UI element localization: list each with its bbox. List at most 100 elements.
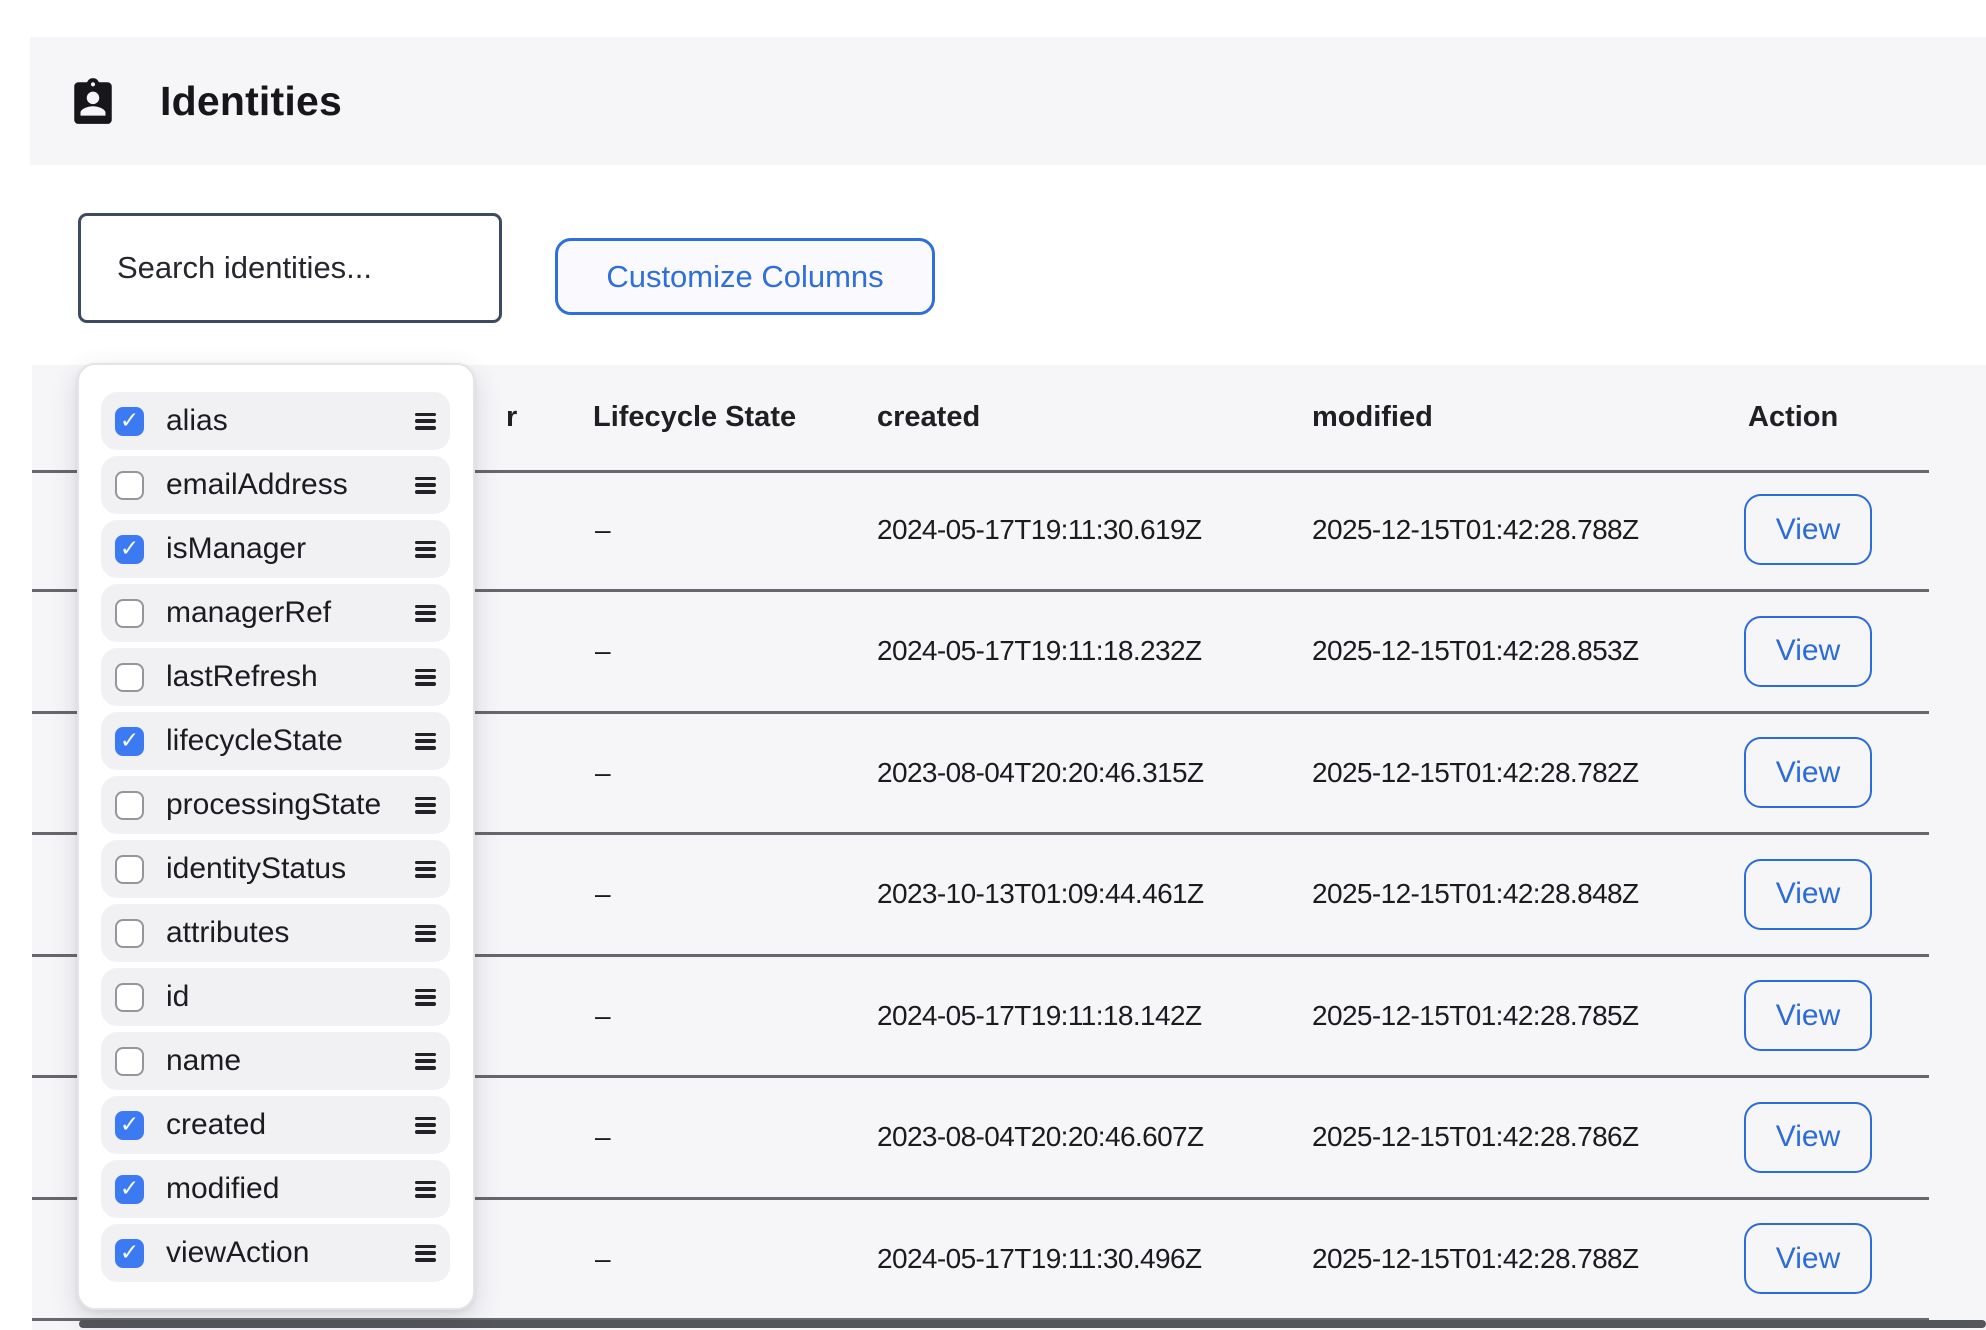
column-menu-item[interactable]: ✓ identityStatus [101,840,450,898]
drag-handle-icon[interactable] [415,477,436,494]
identities-page: Identities Customize Columns r Lifecycle… [0,0,1986,1330]
cell-modified: 2025-12-15T01:42:28.788Z [1312,1199,1639,1318]
column-checkbox[interactable]: ✓ [115,855,144,884]
column-menu-item-label: isManager [166,532,415,566]
column-checkbox[interactable]: ✓ [115,1047,144,1076]
cell-lifecycle-state: – [595,1199,611,1318]
column-menu-item[interactable]: ✓ isManager [101,520,450,578]
view-button[interactable]: View [1744,859,1872,930]
column-menu-item-label: id [166,980,415,1014]
drag-handle-icon[interactable] [415,541,436,558]
col-header-action: Action [1748,365,1838,470]
column-menu-item[interactable]: ✓ id [101,968,450,1026]
column-menu-item-label: created [166,1108,415,1142]
column-checkbox[interactable]: ✓ [115,983,144,1012]
identity-badge-icon [68,73,118,129]
cell-lifecycle-state: – [595,592,611,711]
customize-columns-button[interactable]: Customize Columns [555,238,935,315]
drag-handle-icon[interactable] [415,413,436,430]
column-menu-item[interactable]: ✓ processingState [101,776,450,834]
cell-modified: 2025-12-15T01:42:28.782Z [1312,713,1639,832]
drag-handle-icon[interactable] [415,989,436,1006]
column-checkbox[interactable]: ✓ [115,407,144,436]
column-menu-item[interactable]: ✓ name [101,1032,450,1090]
column-menu-list: ✓ alias ✓ emailAddress ✓ isManager ✓ man… [101,392,450,1282]
column-checkbox[interactable]: ✓ [115,791,144,820]
col-header-lifecycle-state: Lifecycle State [593,365,796,470]
checkmark-icon: ✓ [120,1113,139,1136]
col-header-created: created [877,365,980,470]
column-menu-item-label: name [166,1044,415,1078]
drag-handle-icon[interactable] [415,925,436,942]
view-button[interactable]: View [1744,494,1872,565]
cell-modified: 2025-12-15T01:42:28.848Z [1312,835,1639,954]
column-menu-item-label: attributes [166,916,415,950]
drag-handle-icon[interactable] [415,1117,436,1134]
column-checkbox[interactable]: ✓ [115,471,144,500]
column-menu-item-label: alias [166,404,415,438]
checkmark-icon: ✓ [120,1177,139,1200]
horizontal-scrollbar[interactable] [79,1320,1986,1328]
cell-created: 2024-05-17T19:11:30.496Z [877,1199,1201,1318]
column-menu-item-label: identityStatus [166,852,415,886]
drag-handle-icon[interactable] [415,605,436,622]
checkmark-icon: ✓ [120,537,139,560]
cell-created: 2024-05-17T19:11:30.619Z [877,470,1201,589]
column-checkbox[interactable]: ✓ [115,727,144,756]
cell-modified: 2025-12-15T01:42:28.853Z [1312,592,1639,711]
col-header-modified: modified [1312,365,1433,470]
checkmark-icon: ✓ [120,729,139,752]
drag-handle-icon[interactable] [415,1181,436,1198]
customize-columns-menu: ✓ alias ✓ emailAddress ✓ isManager ✓ man… [77,363,475,1310]
column-menu-item-label: modified [166,1172,415,1206]
cell-created: 2024-05-17T19:11:18.142Z [877,956,1201,1075]
column-menu-item[interactable]: ✓ attributes [101,904,450,962]
view-button[interactable]: View [1744,1223,1872,1294]
search-input[interactable] [78,213,502,323]
cell-created: 2023-10-13T01:09:44.461Z [877,835,1204,954]
column-checkbox[interactable]: ✓ [115,663,144,692]
cell-created: 2023-08-04T20:20:46.315Z [877,713,1204,832]
col-header-partial: r [506,365,517,470]
column-menu-item[interactable]: ✓ emailAddress [101,456,450,514]
cell-created: 2023-08-04T20:20:46.607Z [877,1078,1204,1197]
column-menu-item-label: viewAction [166,1236,415,1270]
column-menu-item[interactable]: ✓ viewAction [101,1224,450,1282]
column-checkbox[interactable]: ✓ [115,1239,144,1268]
column-menu-item[interactable]: ✓ lastRefresh [101,648,450,706]
checkmark-icon: ✓ [120,1241,139,1264]
column-menu-item-label: processingState [166,788,415,822]
column-menu-item-label: lastRefresh [166,660,415,694]
column-checkbox[interactable]: ✓ [115,535,144,564]
cell-lifecycle-state: – [595,835,611,954]
view-button[interactable]: View [1744,616,1872,687]
column-checkbox[interactable]: ✓ [115,919,144,948]
view-button[interactable]: View [1744,737,1872,808]
checkmark-icon: ✓ [120,409,139,432]
drag-handle-icon[interactable] [415,861,436,878]
drag-handle-icon[interactable] [415,733,436,750]
column-menu-item[interactable]: ✓ created [101,1096,450,1154]
cell-lifecycle-state: – [595,470,611,589]
column-menu-item[interactable]: ✓ managerRef [101,584,450,642]
column-checkbox[interactable]: ✓ [115,599,144,628]
column-checkbox[interactable]: ✓ [115,1175,144,1204]
page-header: Identities [30,37,1986,165]
column-menu-item[interactable]: ✓ lifecycleState [101,712,450,770]
drag-handle-icon[interactable] [415,797,436,814]
cell-lifecycle-state: – [595,1078,611,1197]
view-button[interactable]: View [1744,980,1872,1051]
drag-handle-icon[interactable] [415,1053,436,1070]
drag-handle-icon[interactable] [415,669,436,686]
column-menu-item[interactable]: ✓ modified [101,1160,450,1218]
cell-created: 2024-05-17T19:11:18.232Z [877,592,1201,711]
column-menu-item-label: managerRef [166,596,415,630]
drag-handle-icon[interactable] [415,1245,436,1262]
cell-modified: 2025-12-15T01:42:28.786Z [1312,1078,1639,1197]
column-menu-item-label: emailAddress [166,468,415,502]
cell-modified: 2025-12-15T01:42:28.788Z [1312,470,1639,589]
view-button[interactable]: View [1744,1102,1872,1173]
column-checkbox[interactable]: ✓ [115,1111,144,1140]
column-menu-item-label: lifecycleState [166,724,415,758]
column-menu-item[interactable]: ✓ alias [101,392,450,450]
